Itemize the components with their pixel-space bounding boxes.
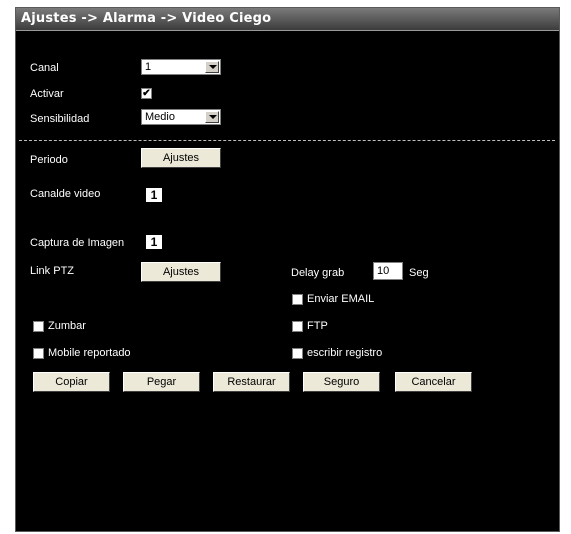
title-bar: Ajustes -> Alarma -> Video Ciego (16, 8, 559, 31)
escribir-registro-label: escribir registro (307, 347, 383, 359)
zumbar-checkbox[interactable] (33, 321, 44, 332)
section-divider (19, 140, 555, 141)
canal-select[interactable]: 1 (141, 59, 221, 75)
delay-input[interactable]: 10 (373, 262, 403, 280)
mobile-label: Mobile reportado (48, 347, 131, 359)
window-title: Ajustes -> Alarma -> Video Ciego (21, 11, 272, 26)
chevron-down-icon[interactable] (205, 61, 219, 73)
mobile-checkbox[interactable] (33, 348, 44, 359)
delay-label: Delay grab (291, 267, 345, 279)
sensibilidad-select[interactable]: Medio (141, 109, 221, 125)
activar-checkbox[interactable]: ✔ (141, 88, 152, 99)
settings-window: Ajustes -> Alarma -> Video Ciego Canal 1… (15, 7, 560, 532)
periodo-ajustes-button[interactable]: Ajustes (141, 148, 221, 168)
sensibilidad-label: Sensibilidad (30, 113, 90, 125)
canal-video-selector[interactable]: 1 (146, 188, 162, 202)
canal-video-label: Canalde video (30, 188, 101, 200)
cancelar-button[interactable]: Cancelar (395, 372, 472, 392)
seguro-button[interactable]: Seguro (303, 372, 380, 392)
canal-label: Canal (30, 62, 59, 74)
ftp-checkbox[interactable] (292, 321, 303, 332)
link-ptz-label: Link PTZ (30, 265, 75, 277)
restaurar-button[interactable]: Restaurar (213, 372, 290, 392)
canal-value: 1 (145, 61, 152, 73)
sensibilidad-value: Medio (145, 111, 175, 123)
delay-unit: Seg (409, 267, 429, 279)
captura-selector[interactable]: 1 (146, 235, 162, 249)
activar-label: Activar (30, 88, 64, 100)
enviar-email-label: Enviar EMAIL (307, 293, 375, 305)
captura-label: Captura de Imagen (30, 237, 125, 249)
enviar-email-checkbox[interactable] (292, 294, 303, 305)
chevron-down-icon[interactable] (205, 111, 219, 123)
ftp-label: FTP (307, 320, 328, 332)
escribir-registro-checkbox[interactable] (292, 348, 303, 359)
zumbar-label: Zumbar (48, 320, 86, 332)
copiar-button[interactable]: Copiar (33, 372, 110, 392)
periodo-label: Periodo (30, 154, 68, 166)
link-ptz-ajustes-button[interactable]: Ajustes (141, 262, 221, 282)
pegar-button[interactable]: Pegar (123, 372, 200, 392)
